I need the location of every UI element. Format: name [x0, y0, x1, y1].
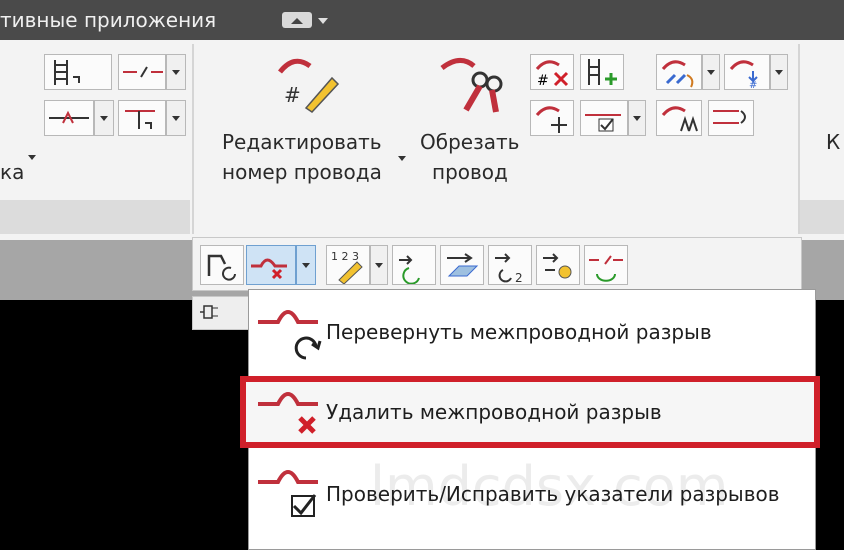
wire-number-copy-button[interactable]: [708, 100, 754, 136]
wire-swap-icon: [661, 60, 694, 88]
dropdown-arrow[interactable]: [702, 54, 720, 90]
chevron-down-icon: [172, 116, 180, 121]
panel-label-left: ка: [0, 160, 25, 184]
wire-check-button[interactable]: [580, 100, 628, 136]
chevron-down-icon: [775, 70, 783, 75]
wire-label-icon: [49, 110, 89, 124]
sequential-numbering-button[interactable]: 1 2 3: [326, 245, 370, 285]
wire-tee-button[interactable]: [118, 100, 166, 136]
wire-label-button[interactable]: [44, 100, 94, 136]
wire-tee-icon: [125, 110, 155, 129]
wire-copy-icon: [713, 110, 746, 124]
chevron-down-icon[interactable]: [28, 155, 36, 160]
dropdown-arrow[interactable]: [628, 100, 646, 136]
chevron-down-icon[interactable]: [318, 18, 328, 24]
wire-break-button[interactable]: [118, 54, 166, 90]
dropdown-arrow[interactable]: [94, 100, 114, 136]
menu-item-delete-gap[interactable]: Удалить межпроводной разрыв: [256, 382, 816, 442]
wire-number-align-button[interactable]: [656, 100, 702, 136]
sequential-number-icon: 1 2 3: [331, 250, 363, 285]
ladder-icon: [54, 60, 80, 85]
move-wire-number-icon: [535, 106, 567, 133]
delete-wire-number-button[interactable]: #: [530, 54, 574, 90]
flip-gap-icon: [258, 310, 322, 360]
pin-icon[interactable]: [198, 300, 222, 324]
svg-text:#: #: [537, 73, 549, 89]
svg-text:1 2 3: 1 2 3: [331, 250, 359, 263]
delete-gap-icon: [258, 392, 318, 434]
svg-text:#: #: [284, 83, 301, 107]
move-wire-number-button[interactable]: [530, 100, 574, 136]
chevron-down-icon: [707, 70, 715, 75]
svg-text:#: #: [749, 80, 757, 89]
edit-wire-number-label-2[interactable]: номер провода: [222, 160, 382, 184]
connector-swap-button[interactable]: 2: [488, 245, 532, 285]
wire-break-icon: [123, 66, 163, 78]
check-gap-icon: [258, 470, 318, 517]
ladder-button[interactable]: [44, 54, 112, 90]
edit-wire-number-icon[interactable]: #: [276, 52, 342, 114]
wire-check-icon: [585, 114, 621, 132]
dropdown-arrow[interactable]: [770, 54, 788, 90]
chevron-down-icon: [302, 263, 310, 268]
dropdown-arrow[interactable]: [370, 245, 388, 285]
wire-leader-icon: #: [729, 60, 758, 91]
chevron-down-icon: [375, 263, 383, 268]
dropdown-arrow[interactable]: [296, 245, 316, 285]
menu-item-label: Перевернуть межпроводной разрыв: [326, 320, 712, 344]
delete-wire-gap-button[interactable]: [246, 245, 296, 285]
wire-gap-rotate-icon: [207, 254, 236, 281]
chevron-down-icon: [172, 70, 180, 75]
chevron-down-icon: [633, 116, 641, 121]
chevron-down-icon: [100, 116, 108, 121]
connector-route-icon: [399, 255, 420, 285]
insert-ladder-button[interactable]: [580, 54, 624, 90]
connector-light-button[interactable]: [536, 245, 580, 285]
menu-item-label: Проверить/Исправить указатели разрывов: [326, 482, 780, 506]
panel-footer: [800, 200, 844, 234]
ribbon-tab-title[interactable]: тивные приложения: [0, 8, 216, 32]
panel-label-right: К: [826, 130, 841, 154]
edit-wire-number-label-1[interactable]: Редактировать: [222, 130, 382, 154]
menu-item-check-gap[interactable]: Проверить/Исправить указатели разрывов: [256, 460, 816, 526]
connector-layer-button[interactable]: [440, 245, 484, 285]
cut-wire-label-1[interactable]: Обрезать: [420, 130, 519, 154]
wire-gap-flip-button[interactable]: [200, 245, 244, 285]
connector-bulb-icon: [543, 253, 572, 279]
connector-swap-icon: 2: [495, 253, 523, 285]
menu-item-label: Удалить межпроводной разрыв: [326, 400, 662, 424]
svg-text:2: 2: [515, 271, 523, 284]
cut-wire-label-2[interactable]: провод: [432, 160, 508, 184]
wire-align-icon: [661, 106, 698, 132]
wire-number-leader-button[interactable]: #: [724, 54, 770, 91]
dropdown-arrow[interactable]: [166, 100, 186, 136]
triangle-up-icon: [291, 18, 303, 24]
wire-gap-refresh-button[interactable]: [584, 245, 628, 285]
panel-footer: [0, 200, 190, 234]
dropdown-arrow[interactable]: [166, 54, 186, 90]
wire-gap-refresh-icon: [589, 255, 623, 282]
menu-item-flip-gap[interactable]: Перевернуть межпроводной разрыв: [256, 300, 824, 366]
connector-layer-icon: [447, 253, 479, 277]
chevron-down-icon[interactable]: [398, 156, 406, 161]
delete-wire-number-icon: #: [535, 60, 569, 89]
delete-wire-gap-icon: [251, 258, 287, 280]
panel-separator: [192, 44, 194, 234]
connector-route-button[interactable]: [392, 245, 436, 285]
cut-wire-icon[interactable]: [436, 50, 506, 116]
wire-number-swap-button[interactable]: [656, 54, 702, 90]
ladder-add-icon: [588, 59, 617, 85]
